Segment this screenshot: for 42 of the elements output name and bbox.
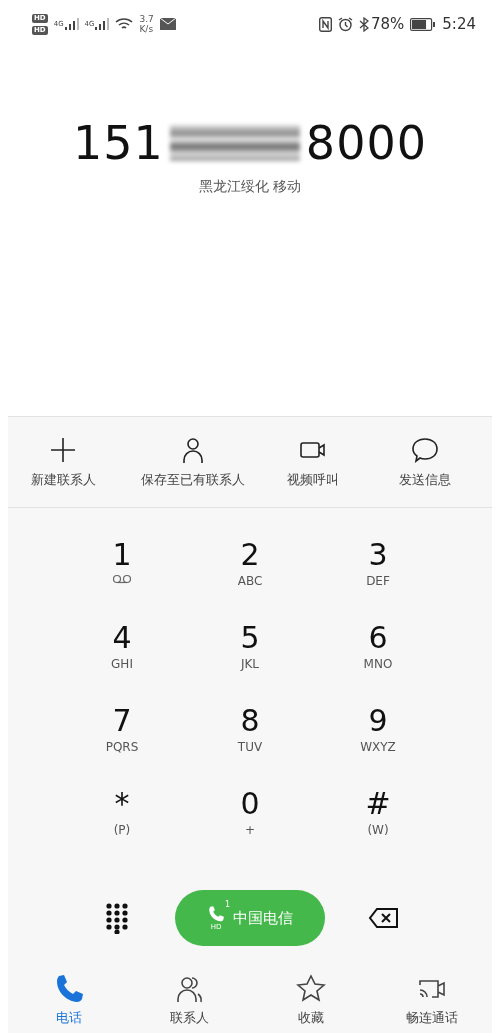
nav-tab[interactable]: 电话 (8, 973, 129, 1027)
sim-number: 1 (224, 901, 230, 909)
signal-icon (64, 18, 79, 30)
nav-tab[interactable]: 畅连通话 (371, 973, 492, 1027)
battery-percent: 78% (370, 15, 405, 33)
signal-icon (95, 18, 110, 30)
action-button[interactable]: 保存至已有联系人 (118, 435, 268, 489)
dial-key[interactable]: 5 JKL (186, 621, 314, 704)
dial-key[interactable]: 4 GHI (58, 621, 186, 704)
dial-key[interactable]: # (W) (314, 787, 442, 870)
mail-icon (159, 18, 176, 30)
dial-key[interactable]: * (P) (58, 787, 186, 870)
dial-key[interactable]: 3 DEF (314, 538, 442, 621)
nav-tab[interactable]: 联系人 (129, 973, 250, 1027)
speech-bubble-icon (410, 435, 440, 465)
dial-key[interactable]: 9 WXYZ (314, 704, 442, 787)
speed-unit: K/s (139, 24, 154, 34)
phone-icon (207, 905, 225, 923)
nav-tab[interactable]: 收藏 (250, 973, 371, 1027)
dial-key[interactable]: 8 TUV (186, 704, 314, 787)
dial-key[interactable]: 6 MNO (314, 621, 442, 704)
action-button[interactable]: 发送信息 (358, 435, 492, 489)
dial-key[interactable]: 1 (58, 538, 186, 621)
action-button[interactable]: 视频呼叫 (268, 435, 358, 489)
backspace-icon[interactable] (367, 907, 400, 929)
dialpad-icon[interactable] (104, 902, 129, 934)
bluetooth-icon (358, 16, 369, 32)
dial-key[interactable]: 7 PQRS (58, 704, 186, 787)
dial-key[interactable]: 0 + (186, 787, 314, 870)
speed-value: 3.7 (139, 14, 154, 24)
clock-time: 5:24 (442, 15, 476, 33)
battery-icon (410, 17, 437, 31)
phone-number-prefix: 151 (73, 116, 164, 170)
wifi-icon (115, 17, 134, 31)
plus-icon (48, 435, 78, 465)
action-button[interactable]: 新建联系人 (8, 435, 118, 489)
alarm-icon (337, 16, 353, 32)
number-location: 黑龙江绥化 移动 (198, 178, 302, 196)
nfc-icon (318, 16, 332, 32)
dial-key[interactable]: 2 ABC (186, 538, 314, 621)
voicemail-icon (111, 572, 133, 586)
phone-number-suffix: 8000 (305, 116, 427, 170)
